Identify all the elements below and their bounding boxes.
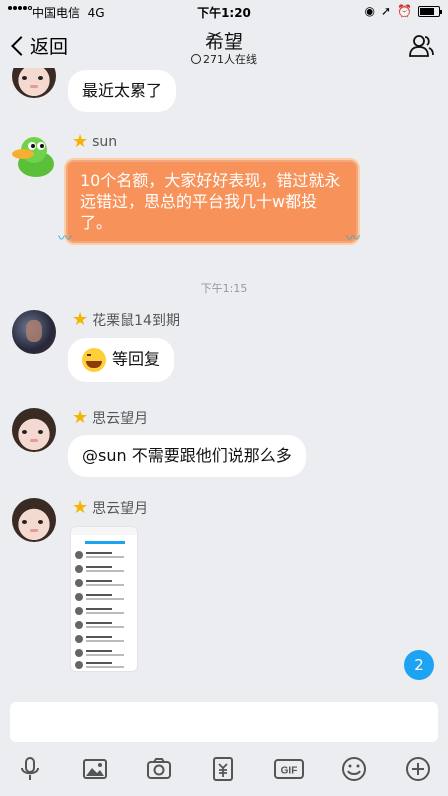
message-timestamp: 下午1:15 [200, 282, 248, 295]
sender-name: ★ 思云望月 [72, 498, 148, 518]
message-bubble[interactable]: 最近太累了 [68, 70, 177, 112]
plus-icon[interactable] [405, 756, 431, 782]
image-attachment[interactable] [70, 526, 138, 672]
avatar[interactable] [10, 134, 60, 180]
wave-decoration-icon: 〰 [346, 231, 360, 247]
chat-title: 希望 [204, 31, 243, 53]
message-bubble[interactable]: @sun 不需要跟他们说那么多 [68, 435, 306, 477]
sender-name-label: 思云望月 [92, 501, 149, 517]
unread-badge[interactable]: 2 [404, 650, 434, 680]
emoji-icon[interactable] [341, 756, 367, 782]
gif-icon[interactable]: GIF [274, 756, 304, 782]
battery-icon [418, 5, 442, 17]
message-list[interactable]: 最近太累了 ★ sun 10个名额，大家好好表现，错过就永远错过，思总的平台我几十… [0, 68, 448, 702]
thumb-row [75, 621, 133, 630]
message-bubble[interactable]: 等回复 [68, 338, 175, 382]
thumb-header [71, 527, 137, 535]
thumb-row [75, 661, 133, 670]
message-input[interactable] [10, 702, 438, 742]
thumb-row [75, 551, 133, 560]
laughing-emoji-icon [82, 348, 106, 372]
red-packet-icon[interactable] [210, 756, 236, 782]
status-bar: 中国电信 4G 下午1:20 ◉ ➚ ⏰ [0, 0, 448, 24]
star-icon: ★ [72, 131, 89, 152]
thumb-row [75, 649, 133, 658]
sender-name: ★ 思云望月 [72, 408, 148, 428]
input-toolbar: GIF [0, 742, 448, 796]
lock-rotation-icon: ◉ [364, 4, 375, 18]
alarm-icon: ⏰ [397, 4, 412, 18]
avatar[interactable] [12, 310, 56, 354]
camera-icon[interactable] [146, 756, 172, 782]
star-icon: ★ [72, 407, 89, 428]
nav-bar: 返回 希望 271人在线 [0, 24, 448, 68]
avatar[interactable] [12, 408, 56, 452]
sender-name: ★ sun [72, 133, 117, 151]
group-members-icon[interactable] [408, 33, 434, 59]
message-bubble[interactable]: 10个名额，大家好好表现，错过就永远错过，思总的平台我几十w都投了。 [66, 160, 358, 243]
thumb-tab [85, 541, 125, 544]
thumb-row [75, 579, 133, 588]
star-icon: ★ [72, 497, 89, 518]
sender-name: ★ 花栗鼠14到期 [72, 310, 180, 330]
thumb-row [75, 565, 133, 574]
location-icon: ➚ [380, 4, 392, 18]
avatar[interactable] [12, 498, 56, 542]
online-icon [191, 54, 201, 64]
star-icon: ★ [72, 309, 89, 330]
sender-name-label: sun [92, 134, 118, 150]
wave-decoration-icon: 〰 [58, 231, 72, 247]
online-count: 271人在线 [203, 53, 257, 66]
thumb-row [75, 607, 133, 616]
avatar[interactable] [12, 68, 56, 98]
mic-icon[interactable] [17, 756, 43, 782]
message-text: 等回复 [112, 349, 161, 369]
svg-text:GIF: GIF [281, 766, 298, 777]
sender-name-label: 花栗鼠14到期 [92, 313, 180, 329]
online-status: 271人在线 [0, 51, 448, 67]
sender-name-label: 思云望月 [92, 411, 149, 427]
thumb-row [75, 635, 133, 644]
thumb-row [75, 593, 133, 602]
image-icon[interactable] [82, 756, 108, 782]
